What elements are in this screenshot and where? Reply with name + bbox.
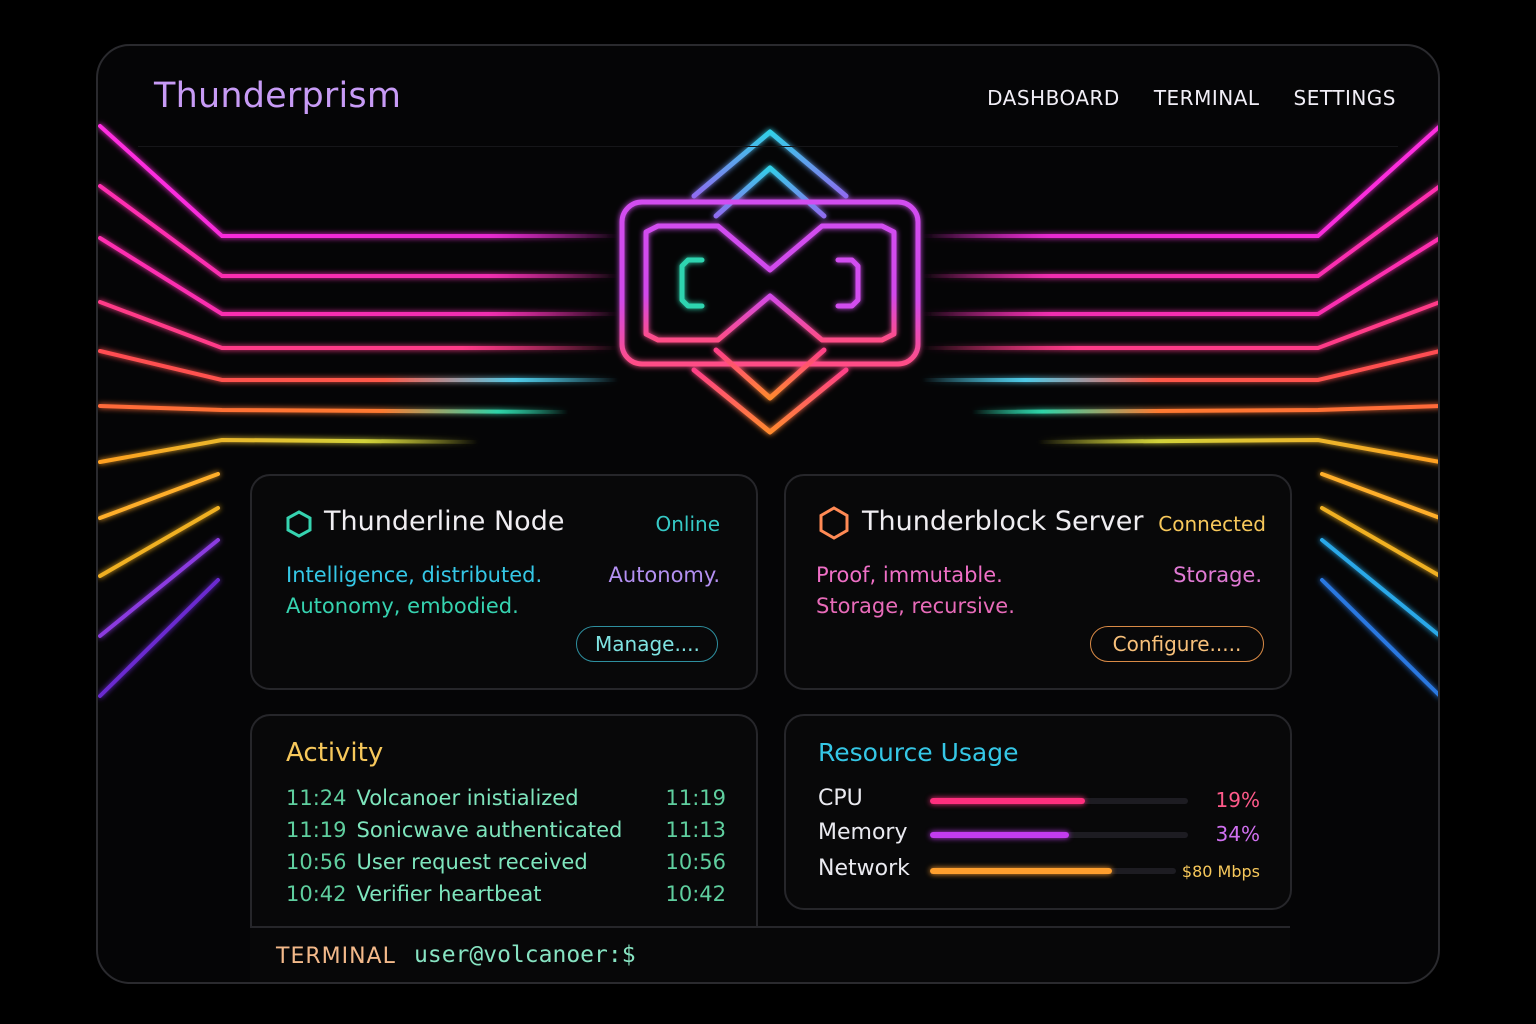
activity-right-time: 11:13 <box>665 818 726 842</box>
thunderblock-server-card: Thunderblock Server Connected Proof, imm… <box>784 474 1292 690</box>
activity-time: 10:42 <box>286 882 347 906</box>
terminal-panel[interactable]: TERMINAL user@volcanoer:$ <box>250 926 1290 982</box>
terminal-prompt[interactable]: user@volcanoer:$ <box>414 942 636 968</box>
thunderprism-logo-icon <box>619 129 921 435</box>
hexagon-icon <box>819 506 849 540</box>
activity-time: 11:24 <box>286 786 347 810</box>
status-badge: Online <box>655 512 720 536</box>
activity-time: 11:19 <box>286 818 347 842</box>
tagline-1: Intelligence, distributed. <box>286 563 543 587</box>
nav-terminal[interactable]: TERMINAL <box>1154 86 1260 110</box>
section-title: Resource Usage <box>818 738 1019 767</box>
activity-text: Sonicwave authenticated <box>356 818 623 842</box>
thunderline-node-card: Thunderline Node Online Intelligence, di… <box>250 474 758 690</box>
list-item: 11:19 Sonicwave authenticated 11:13 <box>286 818 726 850</box>
list-item: 10:56 User request received 10:56 <box>286 850 726 882</box>
activity-text: Verifier heartbeat <box>356 882 542 906</box>
nav-settings[interactable]: SETTINGS <box>1294 86 1396 110</box>
configure-button[interactable]: Configure..... <box>1090 626 1264 662</box>
tagline-2: Storage, recursive. <box>816 594 1015 618</box>
app-window: Thunderprism DASHBOARD TERMINAL SETTINGS… <box>96 44 1440 984</box>
section-title: Activity <box>286 738 384 768</box>
activity-right-time: 10:42 <box>665 882 726 906</box>
tagline-1: Proof, immutable. <box>816 563 1003 587</box>
resource-label-network: Network <box>818 856 910 881</box>
top-nav: DASHBOARD TERMINAL SETTINGS <box>953 86 1396 110</box>
activity-text: Volcanoer inistialized <box>356 786 579 810</box>
cpu-bar-fill <box>930 798 1085 804</box>
network-value: $80 Mbps <box>1181 862 1260 881</box>
resource-label-memory: Memory <box>818 820 908 845</box>
activity-time: 10:56 <box>286 850 347 874</box>
terminal-label: TERMINAL <box>276 944 396 969</box>
app-title: Thunderprism <box>154 76 402 116</box>
hexagon-icon <box>286 510 312 538</box>
resource-usage-card: Resource Usage CPU 19% Memory 34% Networ… <box>784 714 1292 910</box>
list-item: 11:24 Volcanoer inistialized 11:19 <box>286 786 726 818</box>
card-title: Thunderline Node <box>324 506 565 537</box>
memory-value: 34% <box>1215 822 1260 846</box>
cpu-value: 19% <box>1215 788 1260 812</box>
memory-bar <box>930 832 1188 838</box>
activity-text: User request received <box>356 850 588 874</box>
manage-button[interactable]: Manage.... <box>576 626 718 662</box>
side-text: Storage. <box>1173 563 1262 587</box>
side-text: Autonomy. <box>608 563 720 587</box>
resource-label-cpu: CPU <box>818 786 863 811</box>
activity-right-time: 10:56 <box>665 850 726 874</box>
nav-dashboard[interactable]: DASHBOARD <box>987 86 1120 110</box>
header-divider <box>138 146 1398 147</box>
tagline-2: Autonomy, embodied. <box>286 594 519 618</box>
cpu-bar <box>930 798 1188 804</box>
network-bar <box>930 868 1176 874</box>
network-bar-fill <box>930 868 1113 874</box>
list-item: 10:42 Verifier heartbeat 10:42 <box>286 882 726 914</box>
card-title: Thunderblock Server <box>862 506 1144 537</box>
activity-right-time: 11:19 <box>665 786 726 810</box>
memory-bar-fill <box>930 832 1070 838</box>
status-badge: Connected <box>1158 512 1266 536</box>
